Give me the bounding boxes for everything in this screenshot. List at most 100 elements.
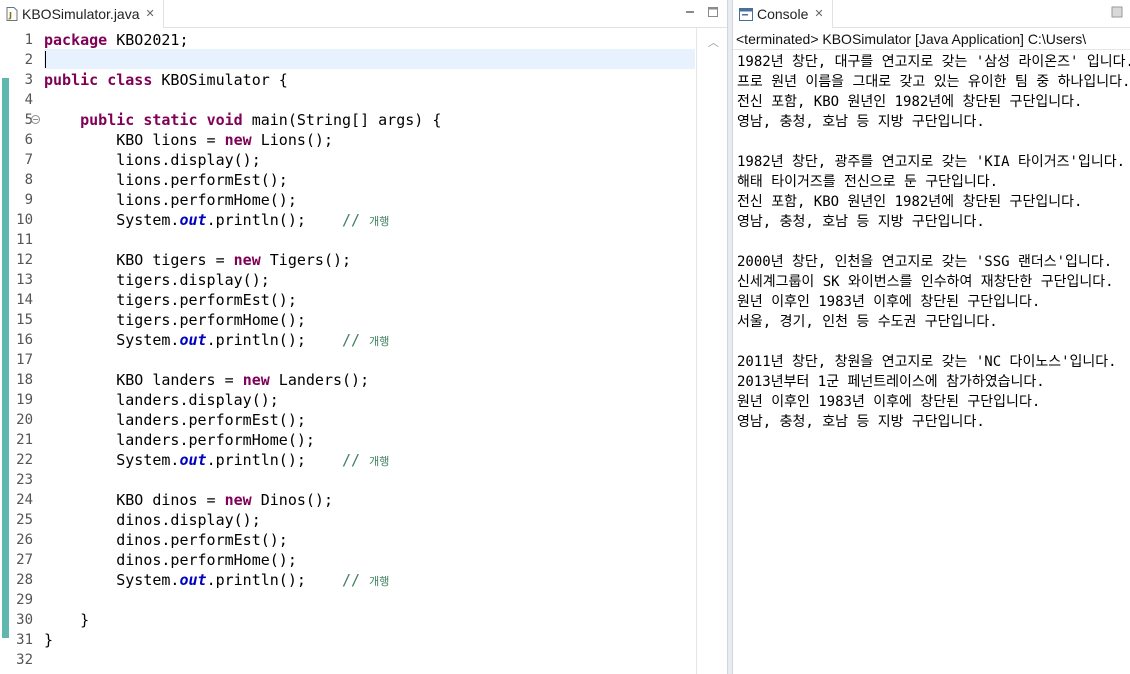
keyword-token: static	[143, 111, 198, 129]
keyword-token: public	[80, 111, 135, 129]
line-number: 10	[16, 212, 33, 228]
keyword-token: new	[242, 371, 270, 389]
line-number: 30	[16, 612, 33, 628]
code-token: KBO lions =	[44, 131, 225, 149]
console-tab-bar: Console ✕	[733, 0, 1130, 28]
console-line: 2000년 창단, 인천을 연고지로 갖는 'SSG 랜더스'입니다.	[737, 254, 1113, 270]
line-number: 11	[16, 232, 33, 248]
field-token: out	[179, 331, 207, 349]
comment-token: 개행	[369, 215, 390, 228]
code-token: Tigers();	[260, 251, 352, 269]
code-line[interactable]: KBO landers = new Landers();	[44, 370, 369, 390]
code-line[interactable]: public class KBOSimulator {	[44, 70, 288, 90]
line-number: 16	[16, 332, 33, 348]
minimize-icon[interactable]	[1110, 5, 1124, 19]
text-caret	[45, 51, 46, 68]
code-token: landers.display();	[44, 391, 279, 409]
code-token: Landers();	[269, 371, 370, 389]
code-line[interactable]: lions.performHome();	[44, 190, 297, 210]
console-line: 영남, 충청, 호남 등 지방 구단입니다.	[737, 114, 985, 130]
line-number: 12	[16, 252, 33, 268]
code-line[interactable]: lions.performEst();	[44, 170, 288, 190]
line-number: 27	[16, 552, 33, 568]
code-line[interactable]: package KBO2021;	[44, 30, 189, 50]
console-tab[interactable]: Console ✕	[733, 0, 833, 28]
code-line[interactable]: KBO dinos = new Dinos();	[44, 490, 333, 510]
chevron-up-icon[interactable]: ︿	[708, 34, 719, 50]
console-line: 1982년 창단, 광주를 연고지로 갖는 'KIA 타이거즈'입니다.	[737, 154, 1126, 170]
code-token: }	[44, 631, 54, 649]
line-number: 25	[16, 512, 33, 528]
console-line: 2013년부터 1군 페넌트레이스에 참가하였습니다.	[737, 374, 1045, 390]
code-line[interactable]: landers.performEst();	[44, 410, 306, 430]
comment-token: //	[342, 211, 370, 229]
line-number: 19	[16, 392, 33, 408]
line-number: 26	[16, 532, 33, 548]
line-number: 6	[24, 132, 33, 148]
code-token: .println();	[206, 451, 343, 469]
code-token: .println();	[206, 331, 343, 349]
code-token: KBOSimulator {	[152, 71, 288, 89]
code-line[interactable]: System.out.println(); // 개행	[44, 210, 389, 230]
code-line[interactable]: lions.display();	[44, 150, 261, 170]
code-token: System.	[44, 451, 180, 469]
line-number: 32	[16, 652, 33, 668]
close-icon[interactable]: ✕	[814, 8, 823, 20]
code-line[interactable]: }	[44, 630, 53, 650]
minimize-icon[interactable]	[683, 5, 697, 19]
line-number: 13	[16, 272, 33, 288]
line-number: 9	[24, 192, 33, 208]
code-line[interactable]: landers.performHome();	[44, 430, 315, 450]
code-line[interactable]: tigers.performEst();	[44, 290, 297, 310]
code-line[interactable]: dinos.display();	[44, 510, 261, 530]
code-line[interactable]: System.out.println(); // 개행	[44, 570, 389, 590]
code-token: System.	[44, 211, 180, 229]
code-line[interactable]: }	[44, 610, 89, 630]
code-token: KBO2021;	[107, 31, 189, 49]
code-token: dinos.display();	[44, 511, 261, 529]
console-line: 신세계그룹이 SK 와이번스를 인수하여 재창단한 구단입니다.	[737, 274, 1114, 290]
code-line[interactable]: KBO tigers = new Tigers();	[44, 250, 351, 270]
field-token: out	[179, 571, 207, 589]
line-number: 17	[16, 352, 33, 368]
keyword-token: public	[44, 71, 99, 89]
editor-tab[interactable]: J KBOSimulator.java ✕	[0, 0, 164, 28]
fold-collapse-icon[interactable]: −	[31, 115, 40, 124]
line-number: 4	[24, 92, 33, 108]
code-token: dinos.performHome();	[44, 551, 297, 569]
code-token: Lions();	[251, 131, 333, 149]
comment-token: //	[342, 451, 370, 469]
console-line: 2011년 창단, 창원을 연고지로 갖는 'NC 다이노스'입니다.	[737, 354, 1117, 370]
code-line[interactable]: tigers.performHome();	[44, 310, 306, 330]
code-line[interactable]: tigers.display();	[44, 270, 270, 290]
code-line[interactable]: dinos.performHome();	[44, 550, 297, 570]
line-number: 23	[16, 472, 33, 488]
code-line[interactable]: public static void main(String[] args) {	[44, 110, 441, 130]
code-token: landers.performHome();	[44, 431, 315, 449]
maximize-icon[interactable]	[706, 5, 720, 19]
keyword-token: void	[206, 111, 243, 129]
keyword-token: class	[107, 71, 153, 89]
console-status-header: <terminated> KBOSimulator [Java Applicat…	[733, 29, 1130, 50]
code-token: landers.performEst();	[44, 411, 306, 429]
editor-vertical-scrollbar[interactable]: ︿	[696, 28, 727, 674]
code-line[interactable]: KBO lions = new Lions();	[44, 130, 333, 150]
code-line[interactable]: dinos.performEst();	[44, 530, 288, 550]
line-number: 31	[16, 632, 33, 648]
code-line[interactable]: landers.display();	[44, 390, 279, 410]
keyword-token: new	[224, 131, 252, 149]
line-number: 18	[16, 372, 33, 388]
code-line[interactable]: System.out.println(); // 개행	[44, 450, 389, 470]
console-pane: Console ✕ <terminated> KBOSimulator [Jav…	[733, 0, 1130, 674]
line-number: 28	[16, 572, 33, 588]
code-token: }	[44, 611, 90, 629]
code-line[interactable]: System.out.println(); // 개행	[44, 330, 389, 350]
close-icon[interactable]: ✕	[146, 8, 155, 20]
code-token: tigers.performEst();	[44, 291, 297, 309]
line-number: 29	[16, 592, 33, 608]
code-area[interactable]: package KBO2021; public class KBOSimulato…	[44, 28, 696, 674]
